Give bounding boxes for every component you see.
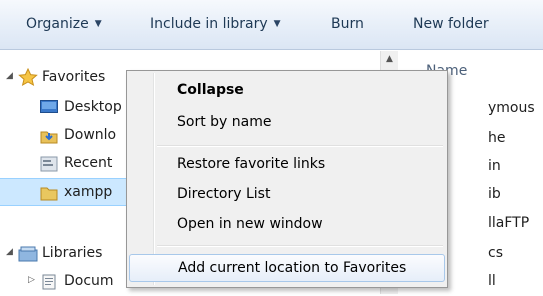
- list-item[interactable]: llaFTP: [488, 215, 529, 231]
- menu-item-directory-list[interactable]: Directory List: [129, 181, 445, 209]
- menu-item-label: Add current location to Favorites: [178, 260, 407, 276]
- list-item[interactable]: cs: [488, 245, 503, 261]
- list-item[interactable]: he: [488, 130, 506, 146]
- expanded-triangle-icon[interactable]: ◢: [6, 71, 13, 81]
- recent-places-icon: [40, 156, 58, 172]
- include-in-library-label: Include in library: [150, 16, 268, 32]
- nav-label-documents: Docum: [64, 273, 114, 289]
- expanded-triangle-icon[interactable]: ◢: [6, 247, 13, 257]
- new-folder-label: New folder: [413, 16, 489, 32]
- menu-item-label: Collapse: [177, 82, 244, 98]
- documents-icon: [40, 274, 58, 290]
- collapsed-triangle-icon[interactable]: ▷: [28, 275, 35, 285]
- nav-label-downloads: Downlo: [64, 127, 117, 143]
- command-bar: Organize ▼ Include in library ▼ Burn New f…: [0, 0, 543, 50]
- list-item[interactable]: ll: [488, 273, 496, 289]
- include-in-library-button[interactable]: Include in library ▼: [150, 16, 281, 32]
- burn-label: Burn: [331, 16, 364, 32]
- nav-label-desktop: Desktop: [64, 99, 122, 115]
- list-item[interactable]: in: [488, 158, 501, 174]
- organize-label: Organize: [26, 16, 89, 32]
- list-item[interactable]: ymous: [488, 100, 535, 116]
- menu-item-label: Open in new window: [177, 216, 323, 232]
- chevron-down-icon: ▼: [273, 19, 281, 29]
- scroll-up-arrow-icon[interactable]: ▲: [381, 51, 398, 68]
- menu-item-sort-by-name[interactable]: Sort by name: [129, 109, 445, 137]
- nav-label-xampp: xampp: [64, 184, 113, 200]
- library-icon: [18, 246, 38, 262]
- folder-icon: [40, 185, 58, 201]
- menu-item-label: Restore favorite links: [177, 156, 326, 172]
- context-menu: Collapse Sort by name Restore favorite l…: [126, 70, 448, 288]
- chevron-down-icon: ▼: [94, 19, 102, 29]
- menu-item-open-in-new-window[interactable]: Open in new window: [129, 211, 445, 239]
- nav-label-recent: Recent: [64, 155, 113, 171]
- list-item[interactable]: ib: [488, 186, 501, 202]
- nav-label-libraries: Libraries: [42, 245, 103, 261]
- menu-item-label: Directory List: [177, 186, 271, 202]
- nav-label-favorites: Favorites: [42, 69, 106, 85]
- desktop-icon: [40, 100, 58, 115]
- organize-button[interactable]: Organize ▼: [26, 16, 102, 32]
- menu-separator: [157, 245, 443, 247]
- menu-item-add-current-location-to-favorites[interactable]: Add current location to Favorites: [129, 254, 445, 282]
- menu-item-label: Sort by name: [177, 114, 272, 130]
- star-icon: [18, 67, 38, 86]
- menu-item-restore-favorite-links[interactable]: Restore favorite links: [129, 151, 445, 179]
- downloads-icon: [40, 128, 58, 144]
- menu-item-collapse[interactable]: Collapse: [129, 77, 445, 105]
- burn-button[interactable]: Burn: [331, 16, 364, 32]
- menu-separator: [157, 145, 443, 147]
- new-folder-button[interactable]: New folder: [413, 16, 489, 32]
